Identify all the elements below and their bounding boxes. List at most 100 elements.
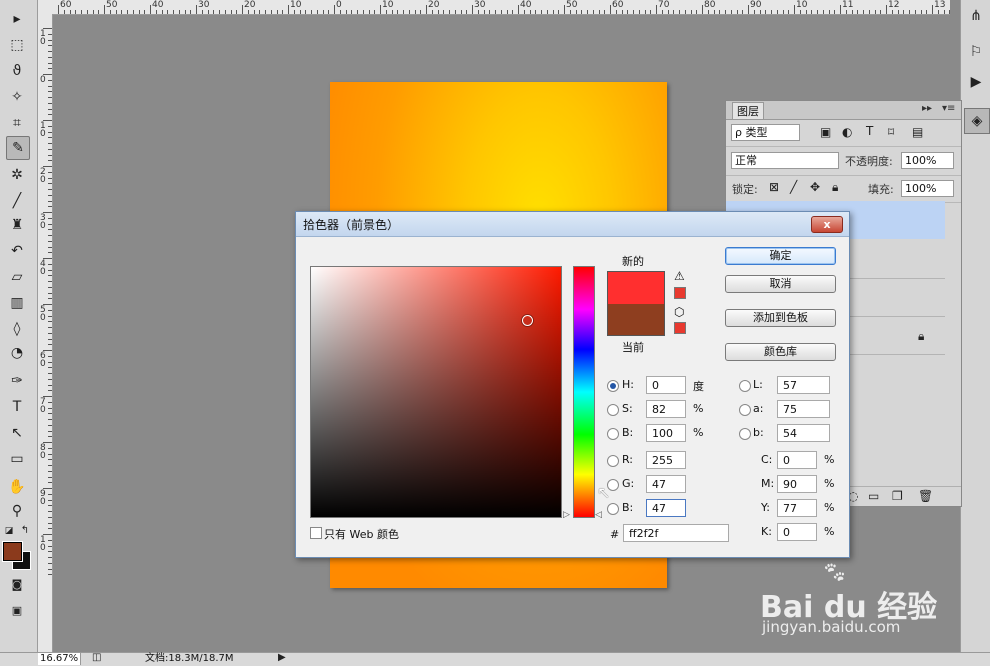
layers-panel-icon[interactable]: ◈ [964,108,990,134]
hue-slider-right-arrow[interactable]: ◁ [595,510,602,520]
web-safe-cube-icon[interactable]: ⬡ [674,305,684,319]
history-panel-icon[interactable]: ⋔ [964,4,988,28]
cancel-button[interactable]: 取消 [725,275,836,293]
document-size-info[interactable]: 文档:18.3M/18.7M [145,653,234,665]
close-button[interactable]: x [811,216,843,233]
s-radio[interactable] [607,404,619,416]
new-color-label: 新的 [622,255,644,268]
lab-b-radio[interactable] [739,428,751,440]
filter-shape-icon[interactable]: ⌑ [888,125,894,139]
gradient-icon[interactable]: ▥ [6,292,28,314]
out-of-gamut-warning-icon[interactable]: ⚠ [674,269,685,283]
filter-pixel-icon[interactable]: ▣ [820,125,831,139]
stamp-icon[interactable]: ♜ [6,214,28,236]
dialog-titlebar[interactable]: 拾色器（前景色） x [296,212,849,237]
l-radio[interactable] [739,380,751,392]
r-radio[interactable] [607,455,619,467]
new-group-icon[interactable]: ▭ [868,489,879,503]
lab-b-field[interactable]: 54 [777,424,830,442]
color-field-marker[interactable] [522,315,533,326]
rgb-b-radio[interactable] [607,503,619,515]
history-brush-icon[interactable]: ↶ [6,240,28,262]
blur-icon[interactable]: ◊ [6,318,28,340]
g-field[interactable]: 47 [646,475,686,493]
eraser-icon[interactable]: ▱ [6,266,28,288]
lock-paint-icon[interactable]: ╱ [790,180,797,194]
k-field[interactable]: 0 [777,523,817,541]
status-share-icon[interactable]: ◫ [92,652,101,663]
hsb-b-radio[interactable] [607,428,619,440]
brush-preset-icon[interactable]: ⚐ [964,40,988,64]
delete-layer-icon[interactable]: 🗑︎ [918,489,933,503]
add-to-swatches-button[interactable]: 添加到色板 [725,309,836,327]
eyedropper-icon[interactable]: ✎ [6,136,30,160]
color-picker-dialog: 拾色器（前景色） x ▷ ◁ 新的 当前 ⚠ ⬡ 确定 取消 添加到色板 颜色库… [295,211,850,558]
r-label: R: [622,453,634,466]
pen-icon[interactable]: ✑ [6,370,28,392]
web-colors-only-checkbox[interactable] [310,527,322,539]
hex-field[interactable]: ff2f2f [623,524,729,542]
l-field[interactable]: 57 [777,376,830,394]
status-menu-arrow-icon[interactable]: ▶ [278,652,286,663]
a-field[interactable]: 75 [777,400,830,418]
h-field[interactable]: 0 [646,376,686,394]
new-layer-icon[interactable]: ❐ [892,489,903,503]
text-icon[interactable]: T [6,396,28,418]
gamut-correction-swatch[interactable] [674,287,686,299]
ruler-tick [48,557,52,558]
swap-colors-icon[interactable]: ↰ [18,520,32,542]
hsb-b-field[interactable]: 100 [646,424,686,442]
lock-all-icon[interactable]: 🔒︎ [832,180,838,195]
hue-slider[interactable] [573,266,595,518]
saturation-brightness-field[interactable] [310,266,562,518]
filter-adjust-icon[interactable]: ◐ [842,125,852,139]
collapse-icon[interactable]: ▸▸ [922,103,932,114]
hand-icon[interactable]: ✋ [6,476,28,498]
ruler-tick [713,10,715,14]
blend-mode-select[interactable]: 正常 [731,152,839,169]
marquee-icon[interactable]: ⬚ [6,34,28,56]
color-libraries-button[interactable]: 颜色库 [725,343,836,361]
opacity-field[interactable]: 100% [901,152,954,169]
default-colors-icon[interactable]: ◪ [2,520,16,542]
rgb-b-field[interactable]: 47 [646,499,686,517]
move-icon[interactable]: ▸ [6,8,28,30]
zoom-level-field[interactable]: 16.67% [38,653,81,665]
s-field[interactable]: 82 [646,400,686,418]
ruler-tick [368,10,370,14]
filter-smart-icon[interactable]: ▤ [912,125,923,139]
y-field[interactable]: 77 [777,499,817,517]
fill-field[interactable]: 100% [901,180,954,197]
screen-mode-icon[interactable]: ▣ [6,600,28,622]
layers-tab[interactable]: 图层 [732,102,764,119]
magic-wand-icon[interactable]: ✧ [6,86,28,108]
c-field[interactable]: 0 [777,451,817,469]
shape-icon[interactable]: ▭ [6,448,28,470]
ruler-tick [414,10,416,14]
foreground-color-swatch[interactable] [2,541,23,562]
current-color-swatch[interactable] [607,304,665,336]
layer-filter-select[interactable]: ρ 类型 [731,124,800,141]
filter-type-icon[interactable]: T [866,124,873,138]
brush-icon[interactable]: ╱ [6,190,28,212]
quick-mask-icon[interactable]: ◙ [6,574,28,596]
lock-position-icon[interactable]: ✥ [810,180,820,194]
path-select-icon[interactable]: ↖ [6,422,28,444]
a-radio[interactable] [739,404,751,416]
spot-heal-icon[interactable]: ✲ [6,164,28,186]
dodge-icon[interactable]: ◔ [6,342,28,364]
crop-icon[interactable]: ⌗ [6,112,28,134]
ok-button[interactable]: 确定 [725,247,836,265]
panel-menu-icon[interactable]: ▾≡ [942,103,955,114]
zoom-icon[interactable]: ⚲ [6,500,28,522]
hue-slider-left-arrow[interactable]: ▷ [563,510,570,520]
web-safe-swatch[interactable] [674,322,686,334]
play-actions-icon[interactable]: ▶ [964,70,988,94]
ruler-tick [48,39,52,41]
lasso-icon[interactable]: ϑ [6,60,28,82]
m-field[interactable]: 90 [777,475,817,493]
h-radio[interactable] [607,380,619,392]
lock-pixels-icon[interactable]: ⊠ [769,180,779,194]
ruler-tick [380,5,381,14]
r-field[interactable]: 255 [646,451,686,469]
